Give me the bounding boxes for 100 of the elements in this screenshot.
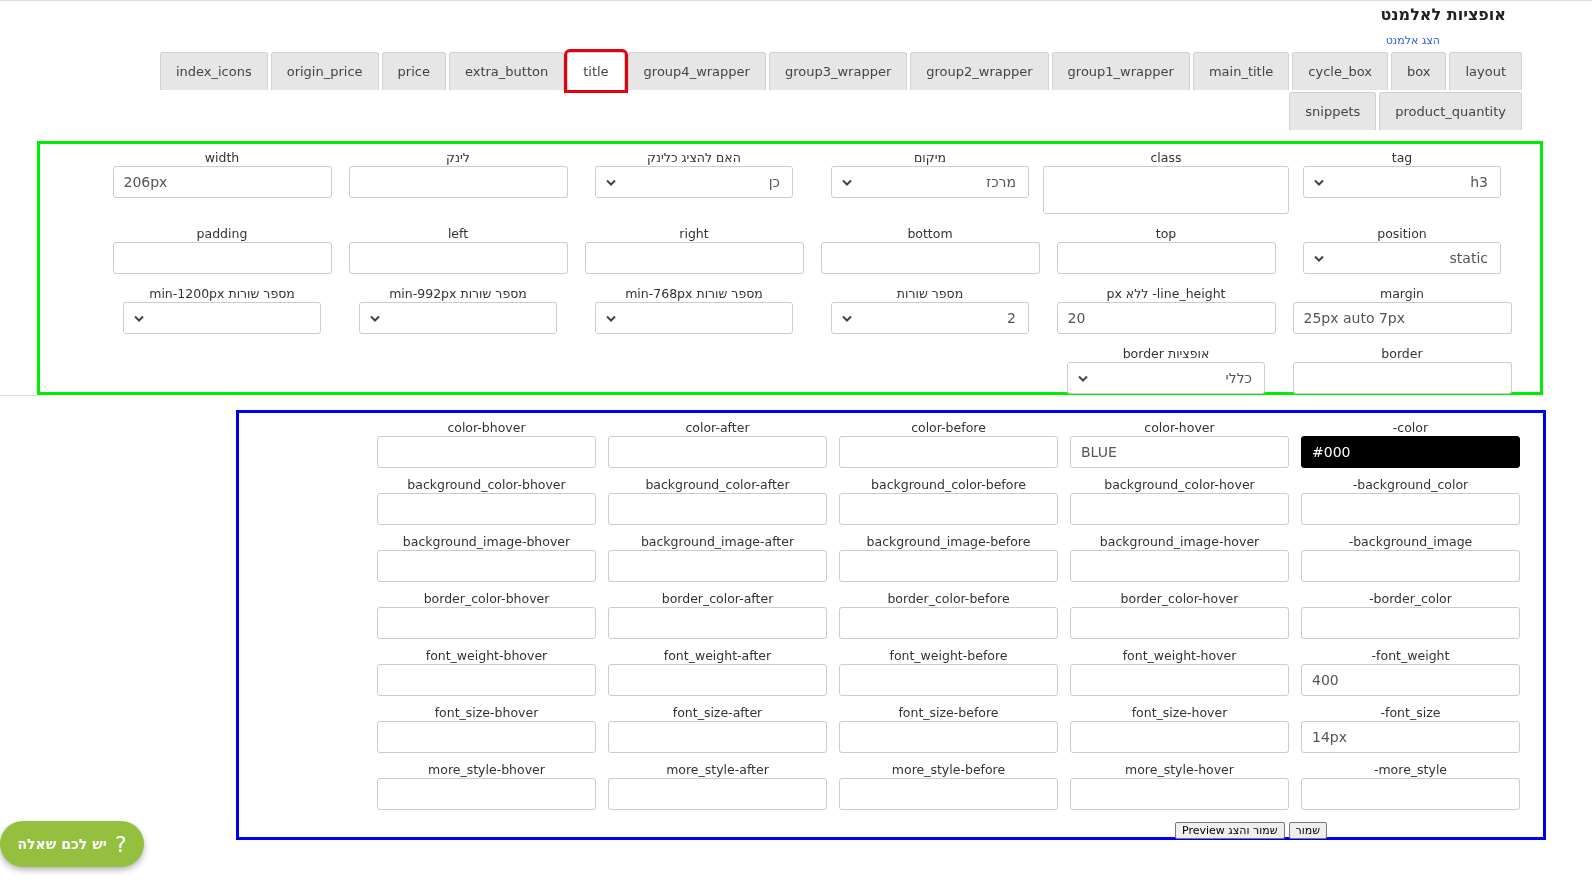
select-field[interactable]: כן <box>595 166 793 198</box>
input-field[interactable]: 206px <box>112 166 332 198</box>
field-label: px ללא -line_height <box>1106 286 1226 301</box>
input-field[interactable] <box>1301 607 1520 639</box>
tab[interactable]: group3_wrapper <box>768 52 908 90</box>
input-field[interactable] <box>608 550 827 582</box>
select-field[interactable] <box>359 302 557 334</box>
select-field[interactable]: 2 <box>831 302 1029 334</box>
input-field[interactable] <box>1070 493 1289 525</box>
input-field[interactable] <box>608 778 827 810</box>
field-label: font_size-after <box>672 705 763 720</box>
tab[interactable]: group1_wrapper <box>1051 52 1190 90</box>
field-label: right <box>679 226 709 241</box>
tab[interactable]: main_title <box>1192 52 1290 90</box>
field-label: background_color-hover <box>1104 477 1255 492</box>
input-field[interactable] <box>1070 607 1289 639</box>
tab[interactable]: box <box>1390 52 1447 90</box>
input-field[interactable] <box>1301 778 1520 810</box>
field-label: -color <box>1392 420 1429 435</box>
select-field[interactable]: h3 <box>1303 166 1501 198</box>
input-field[interactable] <box>1070 664 1289 696</box>
field-label: border_color-after <box>661 591 774 606</box>
tab[interactable]: extra_button <box>448 52 565 90</box>
input-field[interactable] <box>839 550 1058 582</box>
field-label: color-after <box>685 420 750 435</box>
input-field[interactable] <box>839 607 1058 639</box>
field-label: -border_color <box>1369 591 1452 606</box>
input-field[interactable] <box>584 242 804 274</box>
input-field[interactable] <box>608 721 827 753</box>
input-field[interactable] <box>1070 778 1289 810</box>
tab[interactable]: group4_wrapper <box>627 52 766 90</box>
select-field[interactable] <box>123 302 321 334</box>
input-field[interactable] <box>608 436 827 468</box>
chevron-icon <box>134 314 144 322</box>
input-field[interactable] <box>1301 550 1520 582</box>
tab[interactable]: snippets <box>1289 92 1377 130</box>
text-area[interactable] <box>1043 166 1289 214</box>
tab[interactable]: product_quantity <box>1379 92 1522 130</box>
input-field[interactable] <box>839 436 1058 468</box>
select-field[interactable]: static <box>1303 242 1501 274</box>
input-field[interactable]: BLUE <box>1070 436 1289 468</box>
field-label: background_color-before <box>871 477 1026 492</box>
input-field[interactable] <box>608 607 827 639</box>
input-field[interactable] <box>377 607 596 639</box>
field-label: border_color-before <box>887 591 1010 606</box>
field-label: -background_color <box>1352 477 1469 492</box>
input-field[interactable] <box>377 721 596 753</box>
input-field[interactable] <box>608 493 827 525</box>
input-field[interactable] <box>112 242 332 274</box>
field-label: לינק <box>446 150 470 165</box>
chevron-icon <box>370 314 380 322</box>
tab[interactable]: group2_wrapper <box>910 52 1049 90</box>
input-field[interactable] <box>348 166 568 198</box>
field-label: margin <box>1379 286 1425 301</box>
input-field[interactable] <box>1070 721 1289 753</box>
input-field[interactable] <box>377 778 596 810</box>
input-field[interactable]: 400 <box>1301 664 1520 696</box>
chevron-icon <box>1314 254 1324 262</box>
field-label: -font_weight <box>1371 648 1450 663</box>
tab[interactable]: origin_price <box>270 52 379 90</box>
input-field[interactable] <box>377 550 596 582</box>
chevron-icon <box>606 314 616 322</box>
input-field[interactable]: 14px <box>1301 721 1520 753</box>
input-field[interactable] <box>348 242 568 274</box>
input-field[interactable] <box>1056 242 1276 274</box>
field-label: background_image-bhover <box>402 534 571 549</box>
input-field[interactable] <box>820 242 1040 274</box>
field-label: left <box>447 226 469 241</box>
input-field[interactable]: #000 <box>1301 436 1520 468</box>
input-field[interactable] <box>1070 550 1289 582</box>
field-label: font_weight-before <box>889 648 1008 663</box>
input-field[interactable] <box>377 664 596 696</box>
input-field[interactable] <box>377 493 596 525</box>
input-field[interactable] <box>839 778 1058 810</box>
field-label: more_style-before <box>891 762 1006 777</box>
show-element-link[interactable]: הצג אלמנט <box>1385 34 1440 47</box>
select-field[interactable]: מרכז <box>831 166 1029 198</box>
input-field[interactable] <box>608 664 827 696</box>
input-field[interactable] <box>839 664 1058 696</box>
tab[interactable]: price <box>381 52 446 90</box>
tab[interactable]: layout <box>1449 52 1522 90</box>
field-label: position <box>1377 226 1427 241</box>
input-field[interactable] <box>839 721 1058 753</box>
input-field[interactable] <box>839 493 1058 525</box>
tab[interactable]: title <box>567 52 625 90</box>
field-label: מספר שורות min-768px <box>625 286 763 301</box>
input-field[interactable] <box>1292 362 1512 394</box>
input-field[interactable]: 20 <box>1056 302 1276 334</box>
save-button[interactable]: שמור <box>1288 822 1327 839</box>
input-field[interactable] <box>1301 493 1520 525</box>
select-field[interactable] <box>595 302 793 334</box>
input-field[interactable]: 25px auto 7px <box>1292 302 1512 334</box>
select-field[interactable]: כללי <box>1067 362 1265 394</box>
tab[interactable]: cycle_box <box>1292 52 1388 90</box>
field-label: tag <box>1391 150 1413 165</box>
field-label: top <box>1155 226 1177 241</box>
input-field[interactable] <box>377 436 596 468</box>
page-title: אופציות לאלמנט <box>1380 5 1506 24</box>
tab[interactable]: index_icons <box>159 52 268 90</box>
save-button[interactable]: שמור והצג Preview <box>1174 822 1285 839</box>
